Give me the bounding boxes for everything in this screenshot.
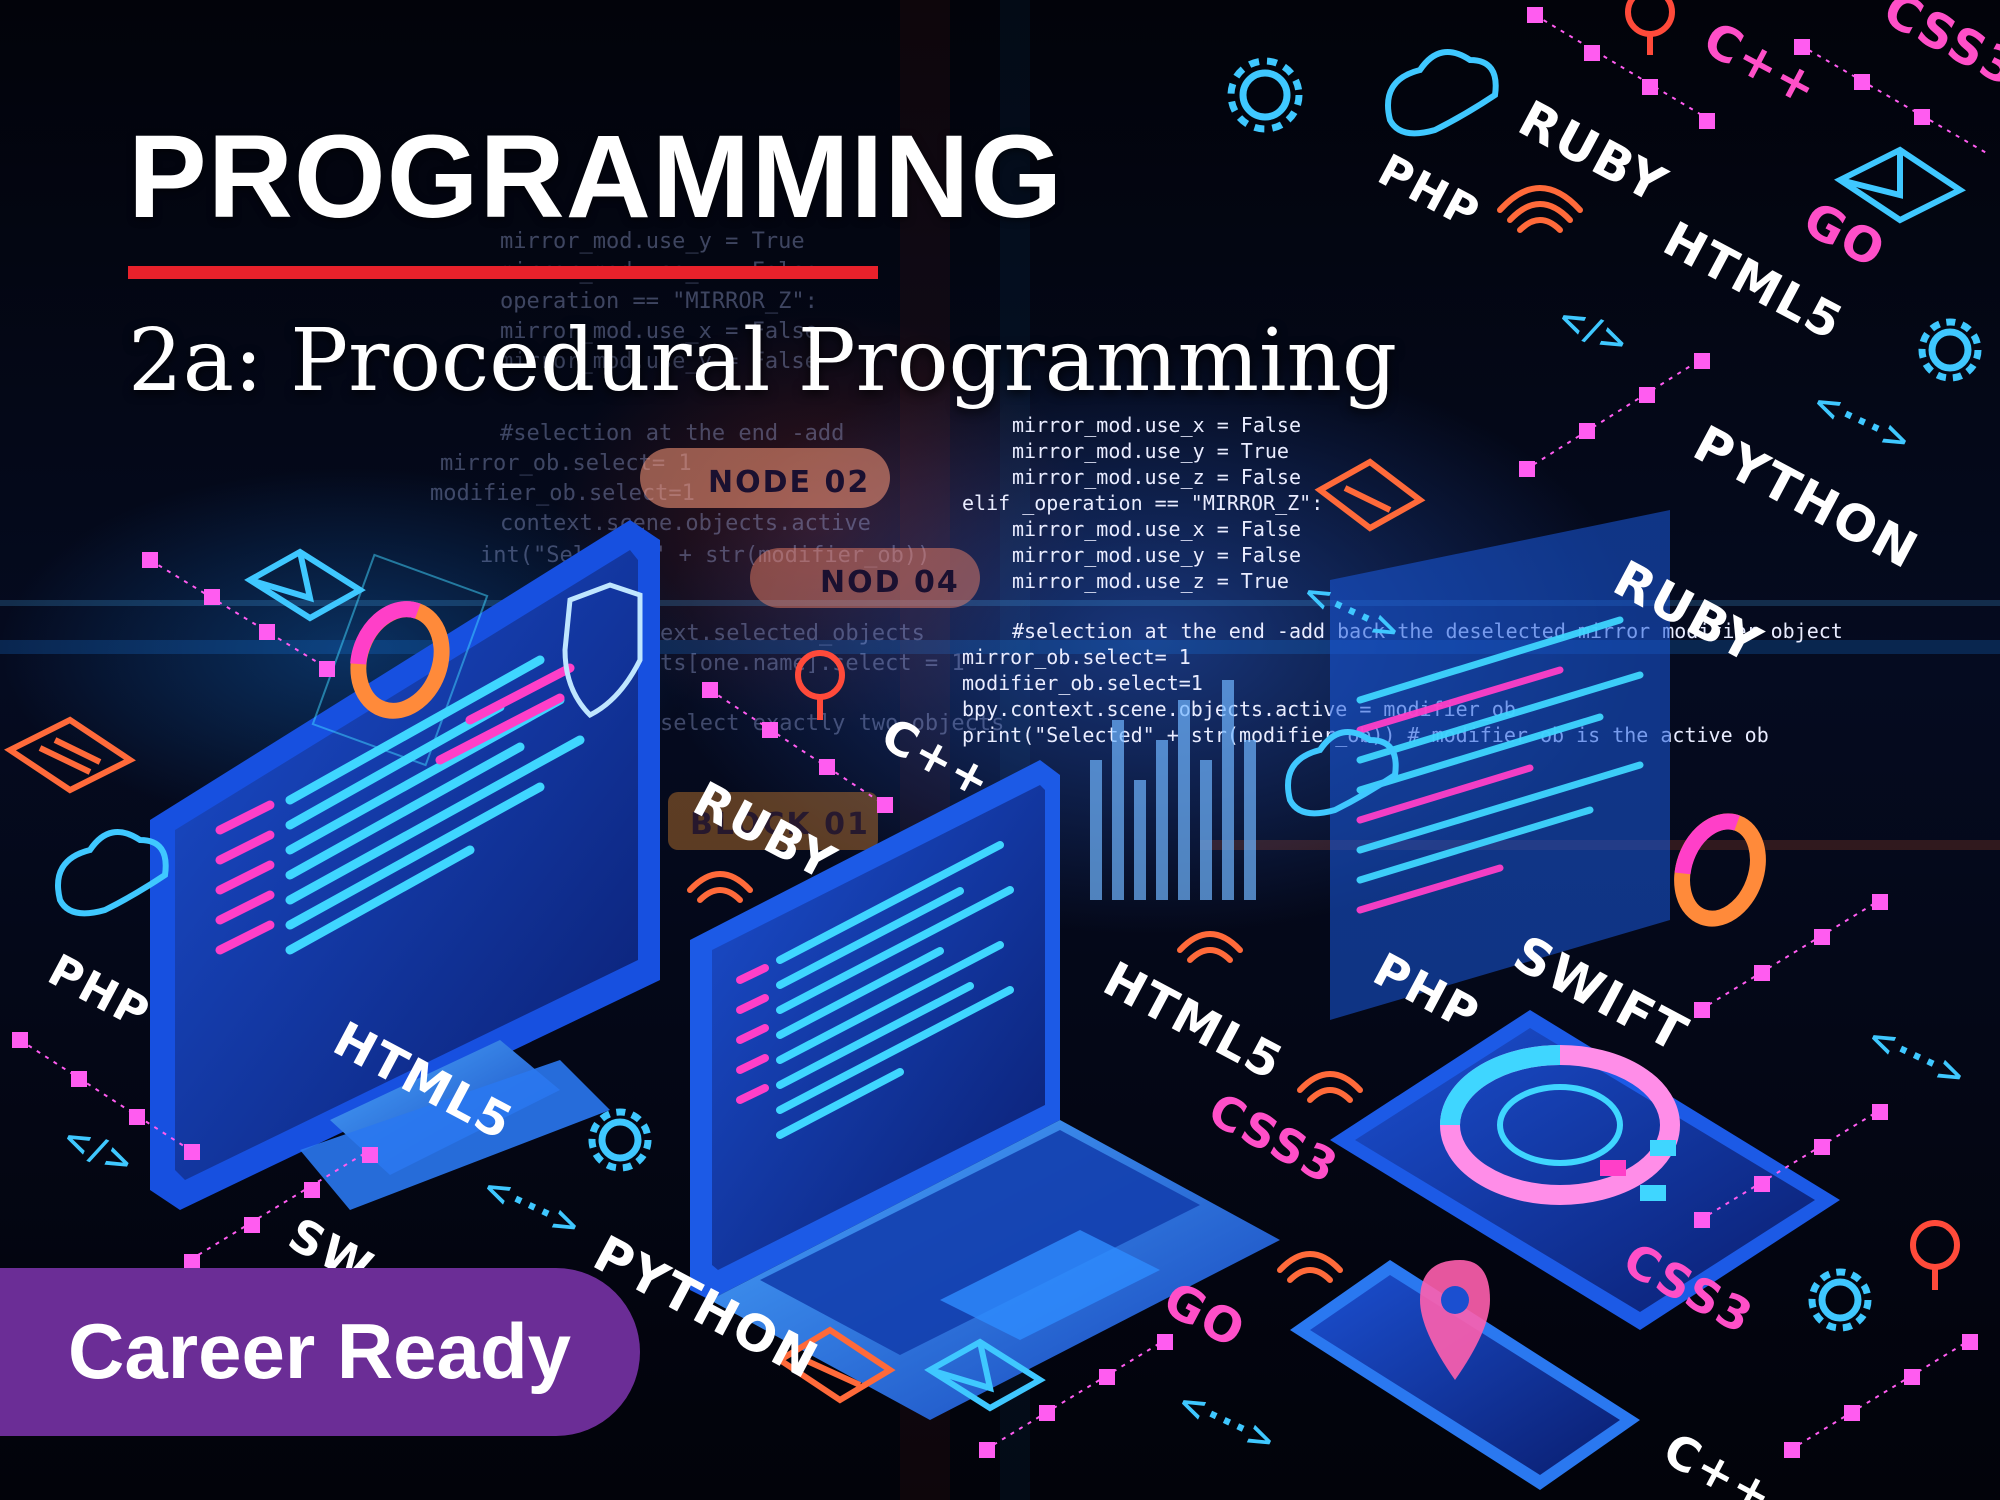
faded-code-line: #selection at the end -add — [500, 421, 844, 446]
code-line: mirror_mod.use_x = False — [1012, 517, 1301, 541]
gear-icon — [588, 1108, 652, 1172]
language-tag: PHP — [1370, 145, 1489, 240]
wifi-icon — [1177, 931, 1243, 963]
magnifier-icon — [1625, 0, 1675, 55]
code-line: mirror_mod.use_x = False — [1012, 413, 1301, 437]
code-line: mirror_mod.use_y = True — [1012, 439, 1289, 463]
document-icon — [1314, 458, 1426, 532]
node-pill: NODE 02 — [640, 448, 890, 508]
code-line: mirror_mod.use_z = True — [1012, 569, 1289, 593]
language-tag: HTML5 — [1094, 951, 1292, 1092]
faded-code-line: select exactly two objects — [660, 711, 1004, 736]
svg-text:NODE 02: NODE 02 — [708, 465, 870, 500]
title-block: PROGRAMMING — [128, 118, 1063, 236]
svg-text:<···>: <···> — [1861, 1017, 1974, 1098]
envelope-icon — [1834, 146, 1966, 224]
cover-image: mirror_mod.use_y = True mirror_mod.use_z… — [0, 0, 2000, 1500]
code-line: elif _operation == "MIRROR_Z": — [962, 491, 1323, 515]
donut-chart-icon — [1674, 813, 1766, 927]
svg-text:</>: </> — [56, 1117, 141, 1185]
svg-text:<···>: <···> — [476, 1167, 589, 1248]
monitor-illustration — [150, 520, 660, 1210]
svg-text:NOD 04: NOD 04 — [820, 565, 960, 600]
wifi-icon — [1277, 1251, 1343, 1283]
code-line: mirror_mod.use_z = False — [1012, 465, 1301, 489]
language-tag: C++ — [1655, 1422, 1784, 1500]
gear-icon — [1808, 1268, 1872, 1332]
svg-text:<···>: <···> — [1806, 382, 1919, 463]
gear-icon — [1918, 318, 1982, 382]
language-tag: CSS3 — [1874, 0, 2000, 98]
magnifier-icon — [1910, 1220, 1960, 1290]
wifi-icon — [1297, 1071, 1363, 1103]
cloud-icon — [1385, 49, 1499, 137]
title-underline — [128, 266, 878, 279]
page-title: PROGRAMMING — [128, 111, 1064, 243]
language-tag: PHP — [40, 945, 159, 1040]
node-pill: NOD 04 — [750, 548, 980, 608]
svg-text:<···>: <···> — [1171, 1382, 1284, 1463]
code-line: modifier_ob.select=1 — [962, 671, 1203, 695]
code-line: mirror_ob.select= 1 — [962, 645, 1191, 669]
wifi-icon — [687, 871, 753, 903]
faded-code-line: context.scene.objects.active — [500, 511, 871, 536]
language-tag: C++ — [1694, 11, 1828, 118]
page-subtitle: 2a: Procedural Programming — [128, 311, 1398, 411]
cloud-icon — [55, 829, 169, 917]
language-tag: CSS3 — [1200, 1082, 1348, 1195]
envelope-icon — [244, 548, 366, 622]
faded-code-line: ext.selected_objects — [660, 621, 925, 646]
language-tag: RUBY — [1509, 89, 1676, 215]
svg-text:</>: </> — [1551, 297, 1636, 365]
document-icon — [4, 716, 136, 794]
career-ready-label: Career Ready — [68, 1307, 571, 1395]
code-line: mirror_mod.use_y = False — [1012, 543, 1301, 567]
wifi-icon — [1497, 185, 1583, 233]
career-ready-badge: Career Ready — [0, 1268, 640, 1436]
gear-icon — [1227, 57, 1303, 133]
